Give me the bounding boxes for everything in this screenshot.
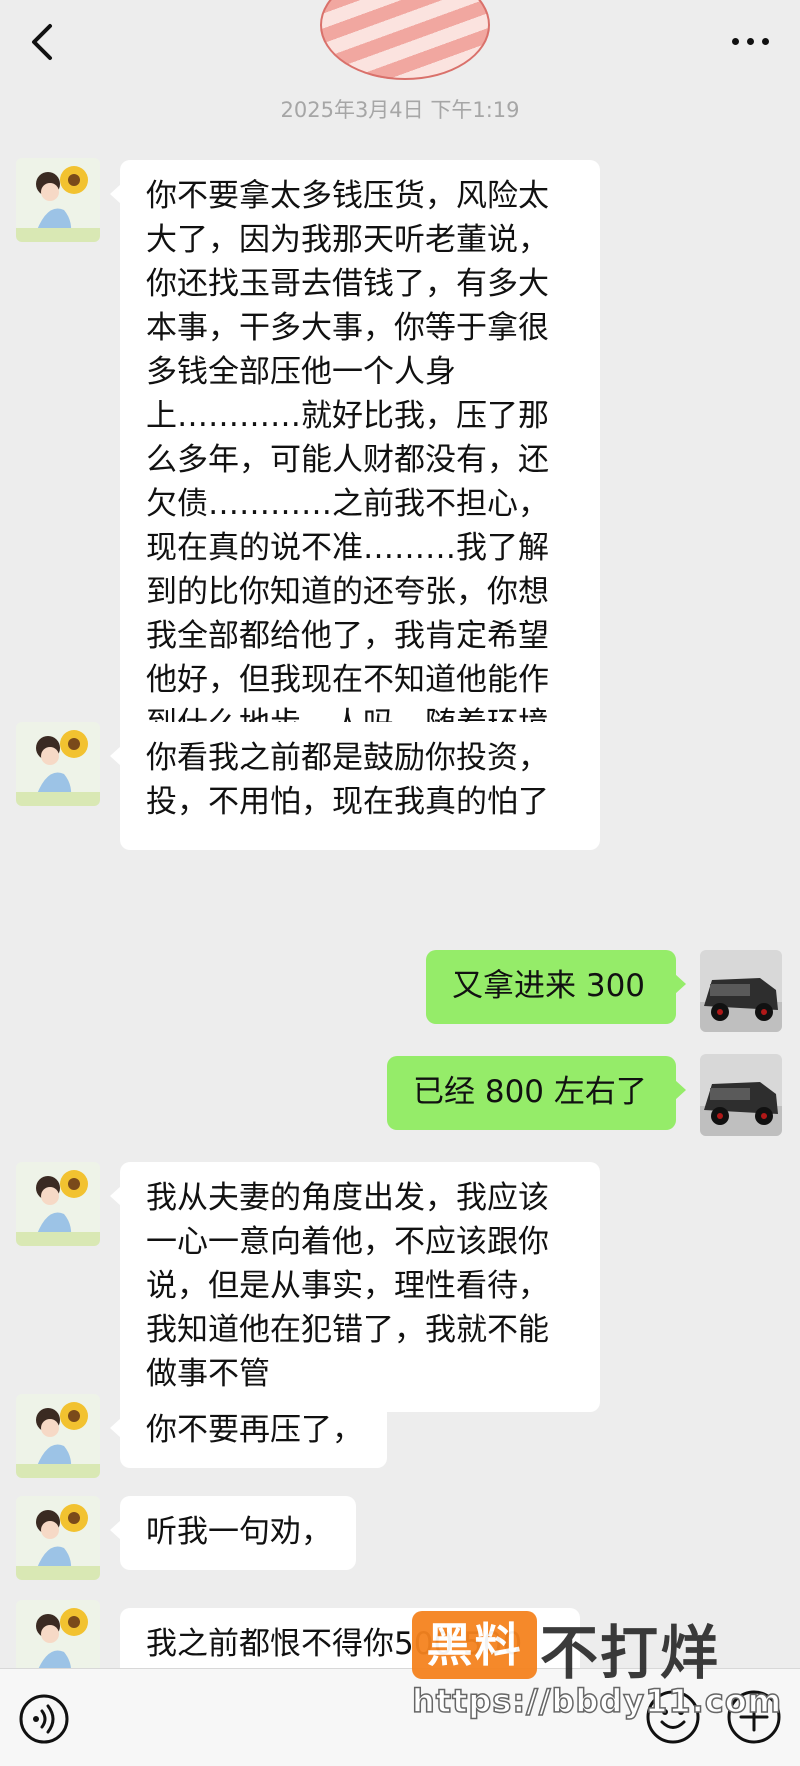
message-bubble-sent[interactable]: 已经 800 左右了 <box>387 1056 686 1130</box>
bubble-tail <box>110 1520 121 1540</box>
message-text: 又拿进来 300 <box>452 968 646 1004</box>
more-dots-icon[interactable] <box>728 30 778 54</box>
voice-icon[interactable] <box>18 1693 70 1745</box>
message-bubble[interactable]: 你不要再压了， <box>110 1394 387 1468</box>
message-text: 我从夫妻的角度出发，我应该一心一意向着他，不应该跟你说，但是从事实，理性看待，我… <box>146 1180 549 1392</box>
message-text: 你不要再压了， <box>146 1412 363 1448</box>
bubble-tail <box>110 746 121 766</box>
message-text: 已经 800 左右了 <box>413 1074 647 1110</box>
message-bubble[interactable]: 听我一句劝， <box>110 1496 356 1570</box>
bubble-tail <box>110 184 121 204</box>
message-bubble[interactable]: 你看我之前都是鼓励你投资，投，不用怕，现在我真的怕了 <box>110 722 600 840</box>
contact-avatar[interactable] <box>16 158 100 242</box>
bubble-tail <box>120 1632 121 1652</box>
chevron-left-icon[interactable] <box>22 20 62 64</box>
bubble-tail <box>110 1186 121 1206</box>
contact-avatar[interactable] <box>16 1394 100 1478</box>
watermark-logo: 黑料 <box>412 1611 537 1679</box>
bubble-tail <box>110 1418 121 1438</box>
message-text: 你看我之前都是鼓励你投资，投，不用怕，现在我真的怕了 <box>146 740 549 820</box>
bubble-tail <box>675 1080 686 1100</box>
contact-avatar[interactable] <box>16 1496 100 1580</box>
watermark-url: https://bbdy11.com <box>411 1681 783 1721</box>
my-avatar[interactable] <box>700 950 782 1032</box>
contact-avatar[interactable] <box>16 722 100 806</box>
bubble-tail <box>675 974 686 994</box>
my-avatar[interactable] <box>700 1054 782 1136</box>
message-text: 听我一句劝， <box>146 1514 332 1550</box>
message-bubble[interactable]: 我从夫妻的角度出发，我应该一心一意向着他，不应该跟你说，但是从事实，理性看待，我… <box>110 1162 600 1412</box>
message-bubble-sent[interactable]: 又拿进来 300 <box>426 950 686 1024</box>
contact-avatar[interactable] <box>16 1162 100 1246</box>
watermark-text: 不打烊 <box>540 1619 721 1687</box>
contact-avatar-top[interactable] <box>320 0 490 80</box>
chat-header <box>0 0 800 95</box>
message-timestamp: 2025年3月4日 下午1:19 <box>280 98 520 122</box>
